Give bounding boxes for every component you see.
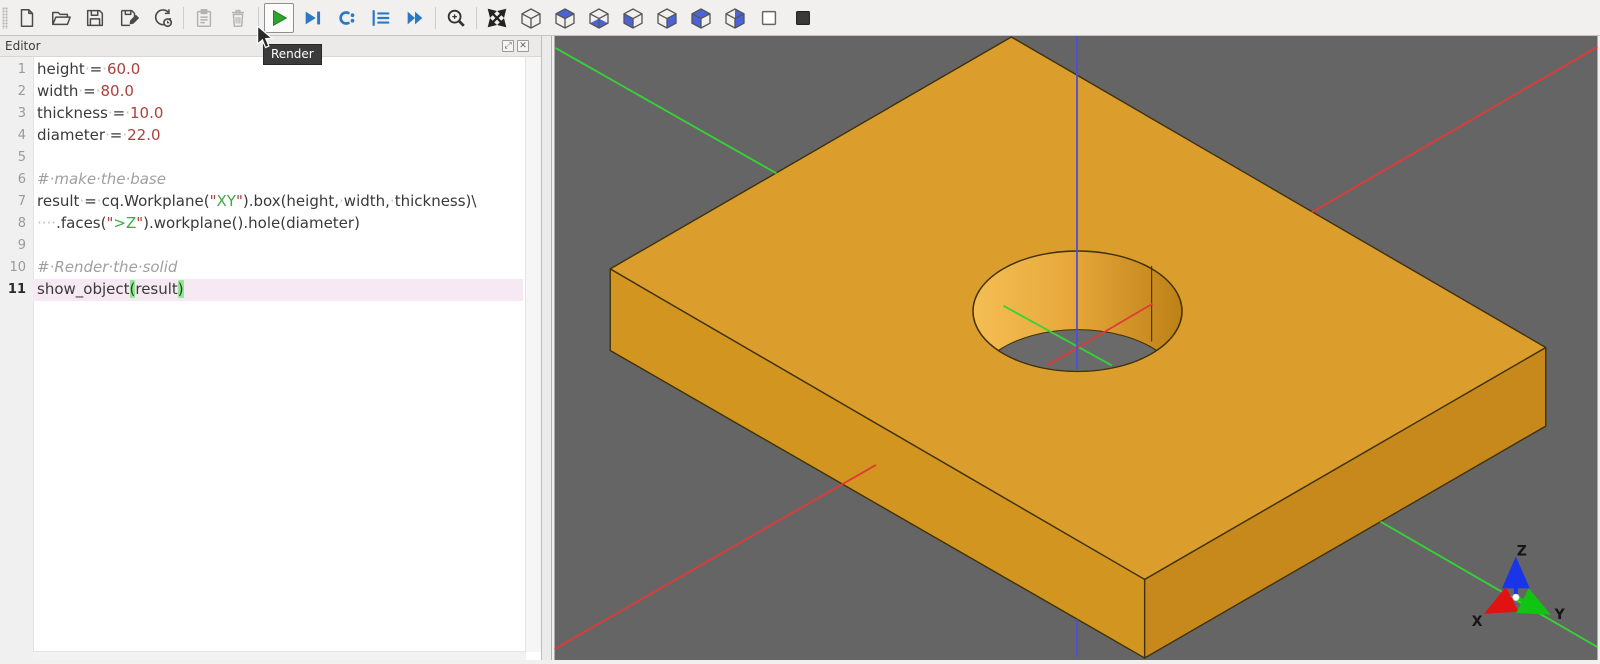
code-text: ····.faces(">Z").workplane().hole(diamet…: [37, 214, 360, 232]
triad-origin-dot: [1512, 593, 1520, 601]
new-file-button[interactable]: [12, 3, 42, 33]
view-front-button[interactable]: [618, 3, 648, 33]
toolbar-separator: [476, 6, 477, 29]
code-line-6[interactable]: 6 #·make·the·base: [0, 169, 523, 191]
editor-close-button[interactable]: ✕: [517, 40, 529, 52]
line-number: 2: [0, 81, 33, 103]
code-line-7[interactable]: 7 result·=·cq.Workplane("XY").box(height,…: [0, 191, 523, 213]
line-number: 7: [0, 191, 33, 213]
view-left-button[interactable]: [686, 3, 716, 33]
cube-top-icon: [554, 7, 576, 29]
mouse-cursor: [256, 24, 276, 54]
cube-front-icon: [622, 7, 644, 29]
line-number: 3: [0, 103, 33, 125]
editor-title: Editor: [5, 39, 41, 53]
code-line-10[interactable]: 10 #·Render·the·solid: [0, 257, 523, 279]
cube-right-icon: [724, 7, 746, 29]
code-line-2[interactable]: 2 width·=·80.0: [0, 81, 523, 103]
shaded-square-icon: [792, 7, 814, 29]
triad-z-label: Z: [1517, 544, 1527, 560]
view-right-button[interactable]: [720, 3, 750, 33]
toolbar-separator: [183, 6, 184, 29]
panel-splitter[interactable]: [541, 36, 552, 660]
code-text: result·=·cq.Workplane("XY").box(height,·…: [37, 192, 477, 210]
code-text: #·make·the·base: [37, 170, 166, 188]
save-icon: [84, 7, 106, 29]
code-text: #·Render·the·solid: [37, 258, 178, 276]
line-number: 9: [0, 235, 33, 257]
cube-iso-icon: [520, 7, 542, 29]
line-number: 10: [0, 257, 33, 279]
wireframe-mode-button[interactable]: [754, 3, 784, 33]
line-number: 1: [0, 59, 33, 81]
code-line-1[interactable]: 1 height·=·60.0: [0, 59, 523, 81]
play-to-end-icon: [302, 7, 324, 29]
view-iso-button[interactable]: [516, 3, 546, 33]
line-number: 8: [0, 213, 33, 235]
fit-all-button[interactable]: [482, 3, 512, 33]
code-text: show_object(result): [33, 279, 523, 301]
code-text: diameter·=·22.0: [37, 126, 161, 144]
trash-icon: [227, 7, 249, 29]
code-line-4[interactable]: 4 diameter·=·22.0: [0, 125, 523, 147]
triad-x-label: X: [1472, 614, 1483, 630]
triad-y-label: Y: [1554, 607, 1566, 623]
editor-code[interactable]: 1 height·=·60.0 2 width·=·80.0 3 thickness·=·…: [0, 59, 523, 301]
cube-back-icon: [656, 7, 678, 29]
editor-body: 1 height·=·60.0 2 width·=·80.0 3 thickness·=·…: [0, 57, 541, 660]
debug-stack-button[interactable]: [366, 3, 396, 33]
reload-icon: [152, 7, 174, 29]
save-as-icon: [118, 7, 140, 29]
cube-bottom-icon: [588, 7, 610, 29]
delete-button[interactable]: [223, 3, 253, 33]
view-top-button[interactable]: [550, 3, 580, 33]
save-button[interactable]: [80, 3, 110, 33]
line-number: 5: [0, 147, 33, 169]
clipboard-icon: [193, 7, 215, 29]
code-text: width·=·80.0: [37, 82, 134, 100]
stack-list-icon: [370, 7, 392, 29]
zoom-fit-button[interactable]: [441, 3, 471, 33]
code-line-3[interactable]: 3 thickness·=·10.0: [0, 103, 523, 125]
step-into-icon: [336, 7, 358, 29]
fit-arrows-icon: [486, 7, 508, 29]
new-file-icon: [16, 7, 38, 29]
editor-panel: Editor ⤢ ✕ 1 height·=·60.0 2 width·=·80.0 3 t…: [0, 36, 541, 660]
editor-float-button[interactable]: ⤢: [502, 40, 514, 52]
shaded-mode-button[interactable]: [788, 3, 818, 33]
reload-button[interactable]: [148, 3, 178, 33]
debug-step-button[interactable]: [298, 3, 328, 33]
viewport-canvas[interactable]: Z X Y: [552, 36, 1600, 660]
code-text: thickness·=·10.0: [37, 104, 164, 122]
wireframe-square-icon: [758, 7, 780, 29]
magnifier-icon: [445, 7, 467, 29]
cube-left-icon: [690, 7, 712, 29]
fast-forward-icon: [404, 7, 426, 29]
open-file-button[interactable]: [46, 3, 76, 33]
editor-horizontal-scrollbar[interactable]: [33, 651, 526, 660]
debug-continue-button[interactable]: [400, 3, 430, 33]
code-line-11[interactable]: 11 show_object(result): [0, 279, 523, 301]
line-number: 6: [0, 169, 33, 191]
open-folder-icon: [50, 7, 72, 29]
debug-step-into-button[interactable]: [332, 3, 362, 33]
line-number: 11: [0, 279, 33, 301]
code-line-8[interactable]: 8 ····.faces(">Z").workplane().hole(diame…: [0, 213, 523, 235]
editor-vertical-scrollbar[interactable]: [525, 57, 541, 652]
code-line-5[interactable]: 5: [0, 147, 523, 169]
view-bottom-button[interactable]: [584, 3, 614, 33]
paste-button[interactable]: [189, 3, 219, 33]
save-as-button[interactable]: [114, 3, 144, 33]
code-line-9[interactable]: 9: [0, 235, 523, 257]
toolbar-drag-handle[interactable]: [2, 6, 8, 29]
toolbar: [0, 0, 1600, 36]
view-back-button[interactable]: [652, 3, 682, 33]
line-number: 4: [0, 125, 33, 147]
toolbar-separator: [435, 6, 436, 29]
viewport-3d[interactable]: Z X Y: [552, 36, 1600, 660]
